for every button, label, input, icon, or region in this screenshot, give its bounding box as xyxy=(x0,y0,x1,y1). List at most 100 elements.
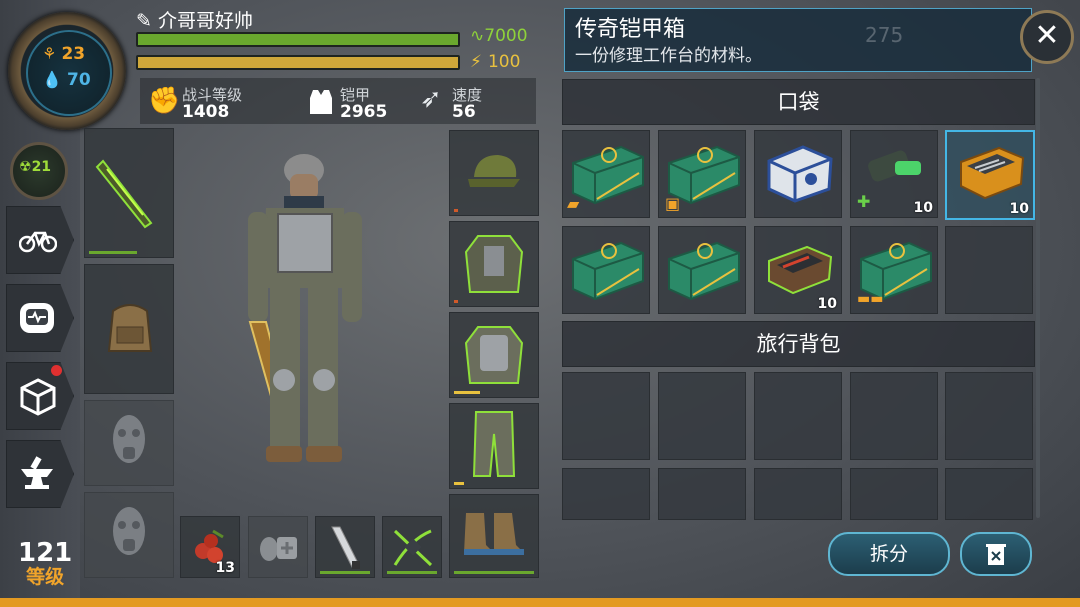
backpack-slot[interactable] xyxy=(658,372,746,460)
quick-slot-4[interactable] xyxy=(382,516,442,578)
pocket-slot-7[interactable] xyxy=(658,226,746,314)
fist-icon: ✊ xyxy=(148,86,181,116)
stats-row: ✊ 战斗等级 1408 铠甲 2965 ➶ 速度 56 xyxy=(140,78,536,124)
vest-badge-icon: ▣ xyxy=(665,194,681,213)
durability-bar xyxy=(320,571,370,574)
green-crate-icon xyxy=(668,241,740,301)
jacket-slot[interactable] xyxy=(449,221,539,307)
discard-button[interactable] xyxy=(960,532,1032,576)
armor-slot[interactable] xyxy=(449,312,539,398)
body-armor-icon xyxy=(464,326,524,384)
crossbow-icon xyxy=(393,529,433,567)
camo-cap-icon xyxy=(468,155,520,187)
pocket-slot-1[interactable]: ▰ xyxy=(562,130,650,218)
camo-pants-icon xyxy=(472,411,516,477)
pocket-slot-5[interactable]: 10 xyxy=(945,130,1035,220)
armored-jacket-icon xyxy=(464,235,524,293)
quick-slot-2[interactable] xyxy=(248,516,308,578)
hunger-readout: ⚘ 23 xyxy=(42,44,85,64)
cube-icon xyxy=(20,378,56,416)
gas-mask-icon xyxy=(113,415,145,463)
pocket-header: 口袋 xyxy=(562,79,1035,125)
pocket-slot-4[interactable]: ✚ 10 xyxy=(850,130,938,218)
item-info-panel: 275 传奇铠甲箱 一份修理工作台的材料。 xyxy=(564,8,1032,72)
medkit-badge-icon: ✚ xyxy=(857,192,871,211)
notification-dot xyxy=(51,365,62,376)
level-number: 121 xyxy=(18,538,73,568)
winged-boot-icon: ➶ xyxy=(420,84,442,114)
hunger-value: 23 xyxy=(61,44,86,64)
inventory-scrollbar[interactable] xyxy=(1036,78,1040,518)
pocket-slot-8[interactable]: 10 xyxy=(754,226,842,314)
durability-bar xyxy=(454,391,480,394)
anvil-icon xyxy=(21,456,53,489)
stat-combat-value: 1408 xyxy=(182,102,230,122)
crafting-box-button[interactable] xyxy=(6,362,74,430)
radiation-indicator[interactable]: ☢21 xyxy=(10,142,68,200)
backpack-slot[interactable] xyxy=(945,468,1033,520)
energy-value: 100 xyxy=(487,52,521,72)
radiation-value: 21 xyxy=(31,159,52,175)
bottom-accent-bar xyxy=(0,598,1080,607)
faded-counter: 275 xyxy=(865,23,904,47)
item-title: 传奇铠甲箱 xyxy=(575,17,686,42)
backpack-slot[interactable] xyxy=(754,372,842,460)
thirst-value: 70 xyxy=(67,70,91,90)
backpack-icon xyxy=(107,304,153,352)
backpack-slot[interactable] xyxy=(562,372,650,460)
green-crate-icon xyxy=(572,145,644,205)
level-label: 等级 xyxy=(26,566,65,588)
water-drop-icon: 💧 xyxy=(42,70,62,89)
bicycle-icon xyxy=(19,231,57,253)
pants-slot[interactable] xyxy=(449,403,539,489)
item-count: 13 xyxy=(215,560,235,576)
item-description: 一份修理工作台的材料。 xyxy=(575,46,762,66)
pocket-slot-2[interactable]: ▣ xyxy=(658,130,746,218)
quick-slot-3[interactable] xyxy=(315,516,375,578)
pocket-slot-6[interactable] xyxy=(562,226,650,314)
item-count: 10 xyxy=(1009,201,1029,217)
item-count: 10 xyxy=(817,296,837,312)
energy-bar xyxy=(136,55,460,70)
backpack-slot[interactable] xyxy=(754,468,842,520)
backpack-slot[interactable] xyxy=(658,468,746,520)
pipboy-button[interactable] xyxy=(6,284,74,352)
pocket-slot-3[interactable] xyxy=(754,130,842,218)
weapon-slot[interactable] xyxy=(84,128,174,258)
health-value: 7000 xyxy=(484,26,528,46)
pistol-icon: ▰ xyxy=(567,194,580,213)
grenade-medkit-icon xyxy=(260,537,297,561)
green-crate-icon xyxy=(572,241,644,301)
workbench-button[interactable] xyxy=(6,440,74,508)
durability-bar xyxy=(454,571,534,574)
durability-bar xyxy=(89,251,137,254)
blue-chest-icon xyxy=(767,145,833,203)
pocket-slot-10[interactable] xyxy=(945,226,1033,314)
character-figure xyxy=(248,154,362,462)
tool-kit-icon xyxy=(768,245,833,295)
backpack-slot[interactable] xyxy=(84,264,174,394)
durability-bar xyxy=(387,571,437,574)
boots-slot[interactable] xyxy=(449,494,539,578)
energy-readout: ⚡ 100 xyxy=(470,52,520,72)
player-name-text: 介哥哥好帅 xyxy=(157,10,253,32)
backpack-slot[interactable] xyxy=(850,468,938,520)
orange-toolbox-icon xyxy=(960,146,1025,200)
hat-slot[interactable] xyxy=(449,130,539,216)
status-gauge-inner: ⚘ 23 💧 70 xyxy=(26,30,112,116)
backpack-slot[interactable] xyxy=(850,372,938,460)
mask-slot[interactable] xyxy=(84,400,174,486)
mask-slot-2[interactable] xyxy=(84,492,174,578)
pocket-slot-9[interactable]: ▬▬ xyxy=(850,226,938,314)
player-name[interactable]: ✎ 介哥哥好帅 xyxy=(136,6,253,33)
backpack-slot[interactable] xyxy=(945,372,1033,460)
close-button[interactable]: ✕ xyxy=(1020,10,1074,64)
backpack-slot[interactable] xyxy=(562,468,650,520)
bike-button[interactable] xyxy=(6,206,74,274)
wrist-device-icon xyxy=(20,303,54,333)
quick-slot-1[interactable]: 13 xyxy=(180,516,240,578)
gold-bars-icon: ▬▬ xyxy=(857,291,884,307)
heartbeat-icon: ∿ xyxy=(470,26,485,46)
split-button[interactable]: 拆分 xyxy=(828,532,950,576)
player-level: 121 等级 xyxy=(18,540,72,588)
